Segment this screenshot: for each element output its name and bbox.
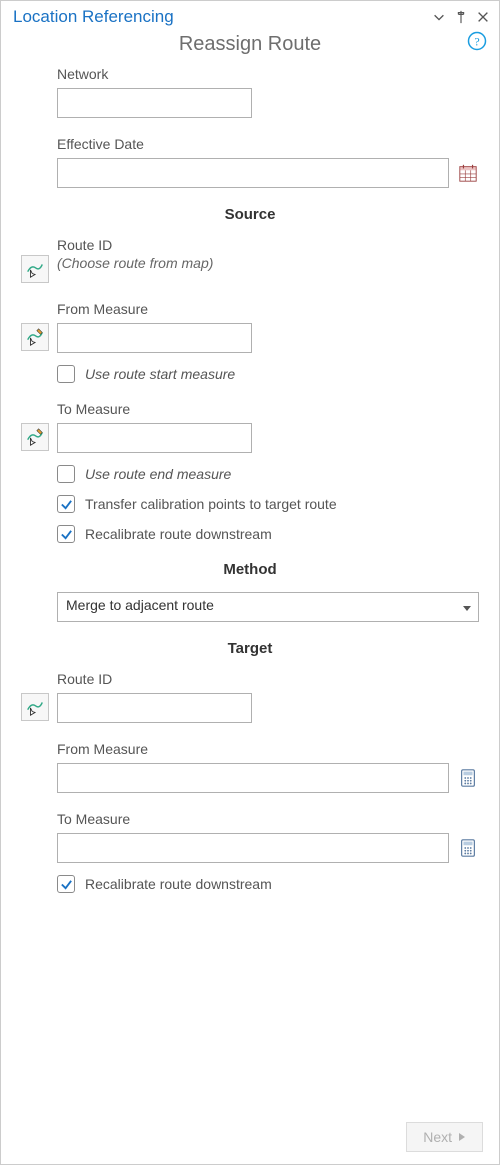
use-start-measure-label: Use route start measure — [85, 366, 235, 382]
target-recalibrate-checkbox[interactable] — [57, 875, 75, 893]
target-to-measure-input[interactable] — [57, 833, 449, 863]
source-recalibrate-checkbox[interactable] — [57, 525, 75, 543]
target-from-measure-label: From Measure — [57, 741, 479, 757]
panel-title: Location Referencing — [13, 7, 174, 27]
pick-from-measure-tool-icon[interactable] — [21, 323, 49, 351]
help-icon[interactable]: ? — [467, 31, 487, 51]
page-title: Reassign Route — [179, 33, 321, 56]
use-end-measure-label: Use route end measure — [85, 466, 231, 482]
use-start-measure-checkbox[interactable] — [57, 365, 75, 383]
use-end-measure-checkbox[interactable] — [57, 465, 75, 483]
source-from-measure-field: From Measure Use route start measur — [21, 301, 479, 383]
pin-icon[interactable] — [453, 9, 469, 25]
calculator-icon[interactable] — [457, 767, 479, 789]
source-route-id-hint: (Choose route from map) — [57, 255, 213, 271]
target-route-id-field: Route ID — [21, 671, 479, 723]
method-heading: Method — [21, 561, 479, 578]
effective-date-label: Effective Date — [57, 136, 479, 152]
svg-text:?: ? — [474, 35, 479, 49]
source-recalibrate-label: Recalibrate route downstream — [85, 526, 272, 542]
subheader: Reassign Route ? — [1, 29, 499, 66]
source-from-measure-input[interactable] — [57, 323, 252, 353]
effective-date-input[interactable] — [57, 158, 449, 188]
effective-date-field: Effective Date — [21, 136, 479, 188]
pick-to-measure-tool-icon[interactable] — [21, 423, 49, 451]
source-route-id-label: Route ID — [57, 237, 479, 253]
calendar-icon[interactable] — [457, 162, 479, 184]
source-to-measure-input[interactable] — [57, 423, 252, 453]
target-route-id-label: Route ID — [57, 671, 479, 687]
source-from-measure-label: From Measure — [57, 301, 479, 317]
header-controls — [431, 9, 491, 25]
pick-target-route-tool-icon[interactable] — [21, 693, 49, 721]
next-button[interactable]: Next — [406, 1122, 483, 1152]
transfer-calibration-label: Transfer calibration points to target ro… — [85, 496, 337, 512]
next-button-label: Next — [423, 1129, 452, 1145]
pick-route-tool-icon[interactable] — [21, 255, 49, 283]
method-select[interactable]: Merge to adjacent route — [57, 592, 479, 622]
network-label: Network — [57, 66, 479, 82]
next-arrow-icon — [458, 1132, 466, 1142]
target-from-measure-input[interactable] — [57, 763, 449, 793]
target-to-measure-field: To Measure Recalibrate route downstream — [21, 811, 479, 893]
target-recalibrate-label: Recalibrate route downstream — [85, 876, 272, 892]
content: Network Effective Date Source — [1, 66, 499, 893]
dropdown-icon[interactable] — [431, 9, 447, 25]
network-input[interactable] — [57, 88, 252, 118]
source-heading: Source — [21, 206, 479, 223]
target-to-measure-label: To Measure — [57, 811, 479, 827]
target-heading: Target — [21, 640, 479, 657]
source-to-measure-field: To Measure Use route end measure — [21, 401, 479, 543]
method-field: Merge to adjacent route — [21, 592, 479, 622]
footer: Next — [406, 1122, 483, 1152]
source-route-id-field: Route ID (Choose route from map) — [21, 237, 479, 283]
target-from-measure-field: From Measure — [21, 741, 479, 793]
panel-header: Location Referencing — [1, 1, 499, 29]
source-to-measure-label: To Measure — [57, 401, 479, 417]
target-route-id-input[interactable] — [57, 693, 252, 723]
close-icon[interactable] — [475, 9, 491, 25]
network-field: Network — [21, 66, 479, 118]
transfer-calibration-checkbox[interactable] — [57, 495, 75, 513]
calculator-icon[interactable] — [457, 837, 479, 859]
